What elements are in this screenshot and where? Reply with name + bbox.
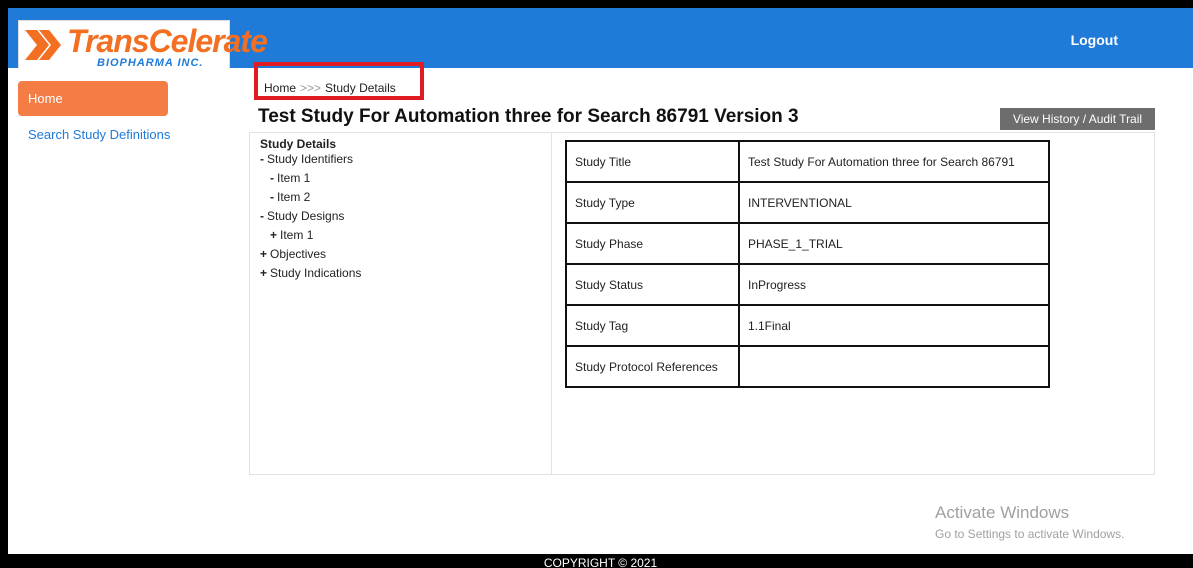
expand-icon[interactable]: + bbox=[260, 266, 267, 280]
tree-item-label: Objectives bbox=[270, 247, 327, 261]
tree-item-label: Study Indications bbox=[270, 266, 362, 280]
table-row: Study Phase PHASE_1_TRIAL bbox=[565, 222, 1050, 265]
detail-value: PHASE_1_TRIAL bbox=[738, 222, 1050, 265]
page-title: Test Study For Automation three for Sear… bbox=[258, 106, 799, 127]
study-details-panel: Study Details - Study Identifiers - Item 1-… bbox=[249, 132, 1155, 475]
detail-value: Test Study For Automation three for Sear… bbox=[738, 140, 1050, 183]
expand-icon[interactable]: + bbox=[260, 247, 267, 261]
sidebar-item-search-study-definitions[interactable]: Search Study Definitions bbox=[28, 127, 170, 142]
highlight-annotation-box bbox=[254, 62, 424, 100]
tree-item[interactable]: + Item 1 bbox=[260, 228, 551, 247]
detail-key: Study Status bbox=[565, 263, 740, 306]
table-row: Study Title Test Study For Automation thr… bbox=[565, 140, 1050, 183]
app-window: TransCelerate BIOPHARMA INC. Logout Home… bbox=[0, 0, 1193, 568]
top-header-bar: TransCelerate BIOPHARMA INC. Logout bbox=[8, 8, 1193, 70]
tree-item-label: Item 1 bbox=[277, 171, 311, 185]
collapse-icon[interactable]: - bbox=[270, 190, 274, 204]
watermark-title: Activate Windows bbox=[935, 503, 1070, 522]
tree-item-label: Study Identifiers bbox=[267, 152, 354, 166]
detail-key: Study Protocol References bbox=[565, 345, 740, 388]
collapse-icon[interactable]: - bbox=[270, 171, 274, 185]
sidebar-item-home[interactable]: Home bbox=[18, 81, 168, 116]
detail-value: INTERVENTIONAL bbox=[738, 181, 1050, 224]
tree-item[interactable]: + Objectives bbox=[260, 247, 551, 266]
logout-link[interactable]: Logout bbox=[1071, 32, 1118, 48]
collapse-icon[interactable]: - bbox=[260, 152, 264, 166]
tree-item[interactable]: - Item 2 bbox=[260, 190, 551, 209]
tree-item-label: Item 2 bbox=[277, 190, 311, 204]
table-row: Study Type INTERVENTIONAL bbox=[565, 181, 1050, 224]
watermark-subtitle: Go to Settings to activate Windows. bbox=[935, 527, 1125, 541]
table-row: Study Status InProgress bbox=[565, 263, 1050, 306]
chevron-logo-icon bbox=[25, 30, 61, 60]
detail-key: Study Title bbox=[565, 140, 740, 183]
tree-items: - Study Identifiers - Item 1- Item 2- Study D… bbox=[260, 152, 551, 285]
transcelerate-logo[interactable]: TransCelerate BIOPHARMA INC. bbox=[18, 20, 268, 70]
activate-windows-watermark: Activate Windows Go to Settings to activ… bbox=[935, 503, 1124, 541]
tree-item[interactable]: - Item 1 bbox=[260, 171, 551, 190]
detail-value bbox=[738, 345, 1050, 388]
study-tree: Study Details - Study Identifiers - Item 1-… bbox=[250, 133, 552, 474]
table-row: Study Protocol References bbox=[565, 345, 1050, 388]
detail-key: Study Tag bbox=[565, 304, 740, 347]
main-content-area: Home Search Study Definitions Home >>> Stu… bbox=[8, 62, 1193, 554]
detail-key: Study Phase bbox=[565, 222, 740, 265]
tree-item[interactable]: - Study Identifiers bbox=[260, 152, 551, 171]
tree-item-label: Item 1 bbox=[280, 228, 314, 242]
tree-item[interactable]: - Study Designs bbox=[260, 209, 551, 228]
view-history-button[interactable]: View History / Audit Trail bbox=[1000, 108, 1155, 130]
tree-item-label: Study Designs bbox=[267, 209, 345, 223]
detail-key: Study Type bbox=[565, 181, 740, 224]
expand-icon[interactable]: + bbox=[270, 228, 277, 242]
tree-item[interactable]: + Study Indications bbox=[260, 266, 551, 285]
collapse-icon[interactable]: - bbox=[260, 209, 264, 223]
tree-root-study-details[interactable]: Study Details bbox=[260, 137, 551, 152]
study-details-table: Study Title Test Study For Automation thr… bbox=[565, 140, 1050, 388]
footer-bar: COPYRIGHT © 2021 bbox=[8, 554, 1193, 568]
copyright-text: COPYRIGHT © 2021 bbox=[543, 556, 658, 568]
detail-value: InProgress bbox=[738, 263, 1050, 306]
logo-wordmark: TransCelerate bbox=[67, 23, 268, 59]
table-row: Study Tag 1.1Final bbox=[565, 304, 1050, 347]
detail-value: 1.1Final bbox=[738, 304, 1050, 347]
